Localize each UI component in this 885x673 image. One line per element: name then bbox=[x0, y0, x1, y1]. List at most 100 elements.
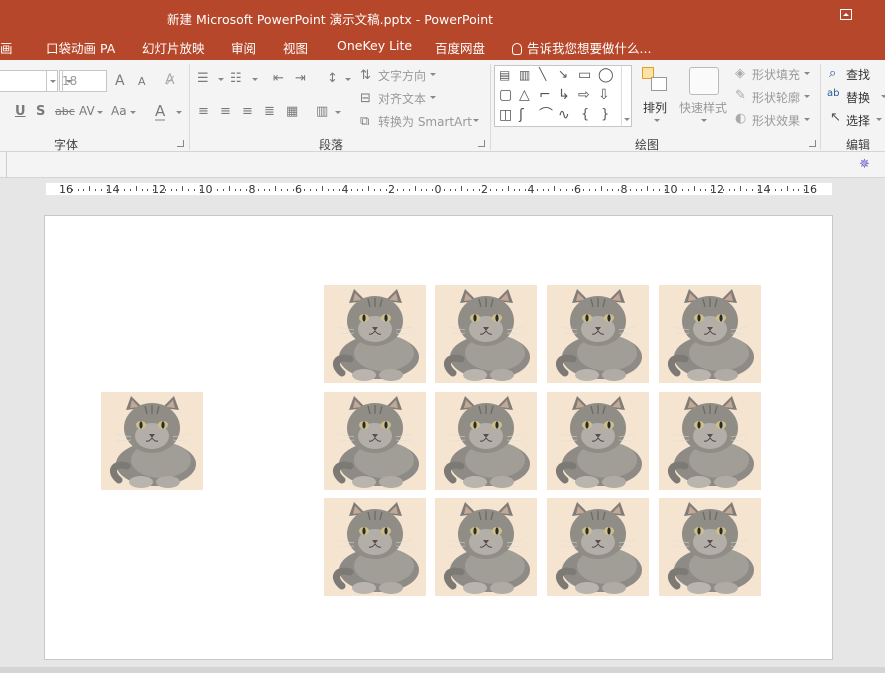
ruler-tick bbox=[374, 189, 376, 191]
underline-button[interactable]: U bbox=[15, 105, 26, 118]
triangle-shape-icon[interactable]: △ bbox=[519, 88, 530, 102]
cat-image-grid[interactable] bbox=[324, 285, 426, 383]
ruler-tick bbox=[281, 189, 283, 191]
cat-image-grid[interactable] bbox=[324, 392, 426, 490]
ruler-tick bbox=[164, 189, 166, 191]
cat-image-grid[interactable] bbox=[547, 392, 649, 490]
char-spacing-button[interactable]: AV bbox=[79, 105, 95, 117]
decrease-indent-icon[interactable]: ⇤ bbox=[273, 72, 284, 85]
cat-image-grid[interactable] bbox=[659, 392, 761, 490]
curve-shape-icon[interactable]: ∿ bbox=[558, 108, 570, 122]
align-center-icon[interactable]: ≡ bbox=[220, 105, 231, 118]
replace-button[interactable]: 替换 bbox=[846, 89, 870, 106]
quick-styles-button[interactable]: 快速样式 bbox=[679, 99, 727, 116]
cat-image-grid[interactable] bbox=[435, 392, 537, 490]
rounded-rect-shape-icon[interactable]: ▢ bbox=[499, 88, 512, 102]
cat-image-grid[interactable] bbox=[547, 285, 649, 383]
font-name-field[interactable] bbox=[0, 70, 58, 92]
strikethrough-button[interactable]: abc bbox=[55, 106, 75, 117]
cat-image-grid[interactable] bbox=[435, 498, 537, 596]
font-dialog-launcher-icon[interactable] bbox=[177, 140, 184, 147]
ruler-tick bbox=[77, 189, 79, 191]
paragraph-dialog-launcher-icon[interactable] bbox=[478, 140, 485, 147]
down-arrow-shape-icon[interactable]: ⇩ bbox=[598, 88, 610, 102]
rectangle-shape-icon[interactable]: ▭ bbox=[578, 68, 591, 82]
elbow-arrow-shape-icon[interactable]: ↳ bbox=[558, 88, 570, 102]
shapes-gallery-scroll[interactable] bbox=[621, 66, 631, 126]
font-color-button[interactable]: A bbox=[155, 104, 166, 121]
cat-image-grid[interactable] bbox=[659, 285, 761, 383]
right-arrow-shape-icon[interactable]: ⇨ bbox=[578, 88, 590, 102]
window-title: 新建 Microsoft PowerPoint 演示文稿.pptx - Powe… bbox=[167, 12, 494, 27]
tab-pocket-animation[interactable]: 口袋动画 PA bbox=[46, 38, 115, 57]
cat-image-single[interactable] bbox=[101, 392, 203, 490]
freeform-shape-icon[interactable]: ◫ bbox=[499, 108, 512, 122]
ruler-tick bbox=[496, 189, 498, 191]
elbow-connector-shape-icon[interactable]: ⌐ bbox=[539, 88, 551, 102]
textbox-shape-icon[interactable]: ▤ bbox=[499, 69, 510, 81]
cat-image-grid[interactable] bbox=[547, 498, 649, 596]
cat-image-grid[interactable] bbox=[435, 285, 537, 383]
grow-font-icon[interactable]: A bbox=[115, 74, 125, 88]
select-button[interactable]: 选择 bbox=[846, 112, 870, 129]
horizontal-ruler: 16 14 12 10 8 6 4 2 0 2 4 6 8 10 12 14 16 bbox=[46, 182, 832, 196]
text-direction-button[interactable]: 文字方向 bbox=[378, 67, 426, 84]
numbering-icon[interactable]: ☷ bbox=[230, 72, 242, 85]
cat-image-grid[interactable] bbox=[324, 498, 426, 596]
vertical-textbox-shape-icon[interactable]: ▥ bbox=[519, 69, 530, 81]
ruler-tick bbox=[629, 189, 631, 191]
ruler-tick bbox=[321, 186, 323, 191]
shape-fill-button[interactable]: 形状填充 bbox=[752, 66, 800, 83]
arrange-button[interactable]: 排列 bbox=[643, 99, 667, 116]
bullets-icon[interactable]: ☰ bbox=[197, 72, 209, 85]
tab-view[interactable]: 视图 bbox=[283, 38, 308, 57]
tell-me-box[interactable]: 告诉我您想要做什么... bbox=[512, 38, 651, 57]
shrink-font-icon[interactable]: A bbox=[138, 76, 146, 87]
shape-effects-button[interactable]: 形状效果 bbox=[752, 112, 800, 129]
pin-icon[interactable]: ✵ bbox=[859, 157, 875, 173]
convert-smartart-button[interactable]: 转换为 SmartArt bbox=[378, 113, 472, 130]
ruler-tick bbox=[333, 189, 335, 191]
font-size-field[interactable]: 18 bbox=[59, 70, 107, 92]
find-button[interactable]: 查找 bbox=[846, 66, 870, 83]
shadow-button[interactable]: S bbox=[36, 105, 45, 118]
drawing-dialog-launcher-icon[interactable] bbox=[809, 140, 816, 147]
ruler-tick bbox=[792, 189, 794, 191]
clear-format-icon[interactable]: A̷ bbox=[165, 73, 175, 87]
align-text-button[interactable]: 对齐文本 bbox=[378, 90, 426, 107]
change-case-button[interactable]: Aa bbox=[111, 105, 127, 117]
tell-me-text: 告诉我您想要做什么... bbox=[527, 41, 652, 56]
arc-shape-icon[interactable]: ⌒ bbox=[539, 108, 553, 122]
tab-animation[interactable]: 画 bbox=[0, 38, 13, 57]
right-brace-shape-icon[interactable]: } bbox=[601, 108, 609, 121]
line-spacing-icon[interactable]: ↕ bbox=[327, 72, 338, 85]
align-left-icon[interactable]: ≡ bbox=[198, 105, 209, 118]
ruler-tick bbox=[600, 186, 602, 191]
line-shape-icon[interactable]: ╲ bbox=[539, 68, 546, 80]
distributed-icon[interactable]: ▦ bbox=[286, 105, 298, 118]
shapes-gallery[interactable]: ▤ ▥ ╲ ↘ ▭ ◯ ▢ △ ⌐ ↳ ⇨ ⇩ ◫ ʃ ⌒ ∿ { } bbox=[494, 65, 632, 127]
tab-review[interactable]: 审阅 bbox=[231, 38, 256, 57]
slide-canvas[interactable] bbox=[44, 215, 833, 660]
tab-onekey-lite[interactable]: OneKey Lite bbox=[337, 38, 412, 53]
shape-outline-button[interactable]: 形状轮廓 bbox=[752, 89, 800, 106]
justify-icon[interactable]: ≣ bbox=[264, 105, 275, 118]
ruler-tick bbox=[798, 189, 800, 191]
increase-indent-icon[interactable]: ⇥ bbox=[295, 72, 306, 85]
restore-ribbon-icon[interactable] bbox=[840, 9, 852, 20]
columns-icon[interactable]: ▥ bbox=[316, 105, 328, 118]
left-brace-shape-icon[interactable]: { bbox=[581, 108, 589, 121]
ruler-tick bbox=[705, 189, 707, 191]
align-right-icon[interactable]: ≡ bbox=[242, 105, 253, 118]
ruler-tick bbox=[71, 189, 73, 191]
oval-shape-icon[interactable]: ◯ bbox=[598, 68, 614, 82]
ruler-tick bbox=[228, 186, 230, 191]
ruler-tick bbox=[583, 189, 585, 191]
tab-slideshow[interactable]: 幻灯片放映 bbox=[142, 38, 205, 57]
tab-baidu-netdisk[interactable]: 百度网盘 bbox=[435, 38, 485, 57]
scribble-shape-icon[interactable]: ʃ bbox=[519, 108, 524, 122]
ruler-tick bbox=[548, 189, 550, 191]
ruler-tick bbox=[647, 186, 649, 191]
cat-image-grid[interactable] bbox=[659, 498, 761, 596]
arrow-line-shape-icon[interactable]: ↘ bbox=[558, 68, 568, 80]
